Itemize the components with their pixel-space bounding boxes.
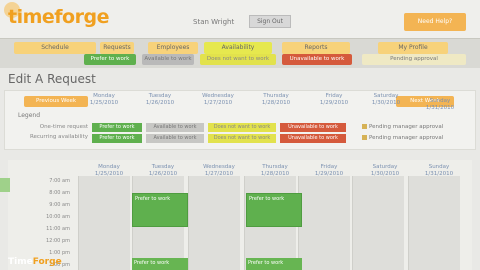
top-day-header[interactable]: Friday 1/29/2010 bbox=[310, 93, 358, 107]
tab-employees[interactable]: Employees bbox=[148, 42, 198, 54]
legend-swatch-available: Available to work bbox=[146, 134, 204, 143]
welcome-text: Stan Wright bbox=[193, 18, 235, 26]
legend-swatch-not-want: Does not want to work bbox=[208, 123, 276, 132]
tab-reports[interactable]: Reports bbox=[282, 42, 350, 54]
timeforge-logo[interactable]: timeforge bbox=[8, 6, 109, 28]
subtab-available[interactable]: Available to work bbox=[142, 54, 194, 65]
footer-logo: TimeForge bbox=[8, 257, 62, 267]
tab-requests[interactable]: Requests bbox=[100, 42, 134, 54]
legend-row-recurring: Recurring availability bbox=[29, 134, 88, 140]
top-day-header[interactable]: Wednesday 1/27/2010 bbox=[194, 93, 242, 107]
previous-week-button[interactable]: Previous Week bbox=[24, 96, 88, 107]
time-label: 10:00 am bbox=[46, 214, 70, 220]
legend-swatch-prefer: Prefer to work bbox=[92, 123, 142, 132]
pending-legend: Pending manager approval bbox=[362, 124, 443, 130]
day-column[interactable] bbox=[408, 176, 460, 270]
legend-row-one-time: One-time request bbox=[39, 124, 88, 130]
legend-swatch-prefer: Prefer to work bbox=[92, 134, 142, 143]
sign-out-button[interactable]: Sign Out bbox=[249, 15, 291, 28]
subtab-not-want[interactable]: Does not want to work bbox=[200, 54, 276, 65]
subtab-prefer[interactable]: Prefer to work bbox=[84, 54, 136, 65]
subtab-unavailable[interactable]: Unavailable to work bbox=[282, 54, 352, 65]
tab-availability[interactable]: Availability bbox=[204, 42, 272, 54]
top-day-header[interactable]: Tuesday 1/26/2010 bbox=[136, 93, 184, 107]
top-day-header[interactable]: Monday 1/25/2010 bbox=[80, 93, 128, 107]
time-label: 9:00 am bbox=[49, 202, 70, 208]
tab-my-profile[interactable]: My Profile bbox=[378, 42, 448, 54]
legend-swatch-available: Available to work bbox=[146, 123, 204, 132]
pending-icon bbox=[362, 135, 367, 140]
side-marker bbox=[0, 178, 10, 192]
pending-legend: Pending manager approval bbox=[362, 135, 443, 141]
legend-swatch-not-want: Does not want to work bbox=[208, 134, 276, 143]
legend-swatch-unavailable: Unavailable to work bbox=[280, 123, 346, 132]
time-label: 7:00 am bbox=[49, 178, 70, 184]
day-column[interactable] bbox=[188, 176, 240, 270]
availability-block[interactable]: Prefer to work bbox=[132, 193, 188, 227]
day-column[interactable] bbox=[352, 176, 404, 270]
time-label: 12:00 pm bbox=[45, 238, 70, 244]
availability-block[interactable]: Prefer to work bbox=[132, 258, 188, 270]
availability-block[interactable]: Prefer to work bbox=[246, 193, 302, 227]
day-column[interactable] bbox=[298, 176, 350, 270]
page-title: Edit A Request bbox=[8, 72, 96, 86]
time-label: 11:00 am bbox=[46, 226, 70, 232]
top-day-header[interactable]: Thursday 1/28/2010 bbox=[252, 93, 300, 107]
help-button[interactable]: Need Help? bbox=[404, 13, 466, 31]
time-label: 8:00 am bbox=[49, 190, 70, 196]
tab-schedule[interactable]: Schedule bbox=[14, 42, 96, 54]
subtab-pending[interactable]: Pending approval bbox=[362, 54, 466, 65]
legend-label: Legend bbox=[18, 112, 41, 119]
availability-block[interactable]: Prefer to work bbox=[246, 258, 302, 270]
top-day-header[interactable]: Sunday 1/31/2010 bbox=[416, 98, 464, 112]
top-day-header[interactable]: Saturday 1/30/2010 bbox=[362, 93, 410, 107]
time-label: 1:00 pm bbox=[49, 250, 70, 256]
day-column[interactable] bbox=[78, 176, 130, 270]
pending-icon bbox=[362, 124, 367, 129]
legend-swatch-unavailable: Unavailable to work bbox=[280, 134, 346, 143]
